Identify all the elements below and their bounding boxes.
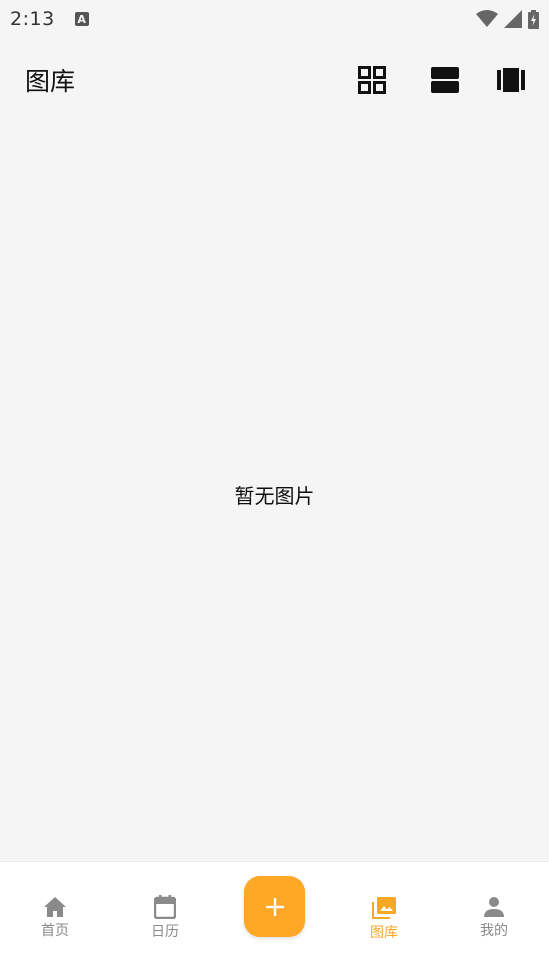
view-mode-switcher bbox=[335, 60, 549, 100]
nav-item-home[interactable]: 首页 bbox=[0, 862, 110, 976]
carousel-view-button[interactable] bbox=[481, 60, 541, 100]
grid-view-icon bbox=[357, 66, 386, 94]
wifi-icon bbox=[476, 10, 498, 27]
status-bar: 2:13 A bbox=[0, 0, 549, 38]
app-header: 图库 bbox=[0, 50, 549, 110]
grid-view-button[interactable] bbox=[335, 60, 408, 100]
page-title: 图库 bbox=[25, 67, 76, 96]
home-icon bbox=[44, 897, 66, 917]
carousel-view-icon bbox=[497, 68, 525, 92]
a-icon: A bbox=[74, 12, 89, 26]
add-button[interactable] bbox=[244, 876, 305, 937]
nav-item-add bbox=[220, 862, 329, 976]
calendar-icon bbox=[154, 895, 176, 919]
empty-state-message: 暂无图片 bbox=[234, 484, 315, 508]
nav-label-profile: 我的 bbox=[480, 923, 508, 939]
list-view-button[interactable] bbox=[408, 60, 481, 100]
nav-item-calendar[interactable]: 日历 bbox=[110, 862, 220, 976]
nav-label-calendar: 日历 bbox=[151, 924, 179, 940]
nav-label-home: 首页 bbox=[41, 923, 69, 939]
nav-item-profile[interactable]: 我的 bbox=[439, 862, 549, 976]
plus-icon bbox=[265, 897, 284, 916]
status-time: 2:13 bbox=[10, 8, 55, 30]
status-icons bbox=[476, 9, 539, 29]
person-icon bbox=[484, 897, 504, 917]
bottom-nav: 首页 日历 图库 我的 bbox=[0, 861, 549, 976]
signal-icon bbox=[504, 10, 522, 28]
battery-charging-icon bbox=[528, 9, 539, 29]
screen: 2:13 A 图库 暂无图片 首页 日历 图库 我的 bbox=[0, 0, 549, 976]
nav-label-gallery: 图库 bbox=[370, 925, 398, 941]
gallery-icon bbox=[372, 897, 396, 919]
nav-item-gallery[interactable]: 图库 bbox=[329, 862, 439, 976]
list-view-icon bbox=[430, 67, 459, 93]
